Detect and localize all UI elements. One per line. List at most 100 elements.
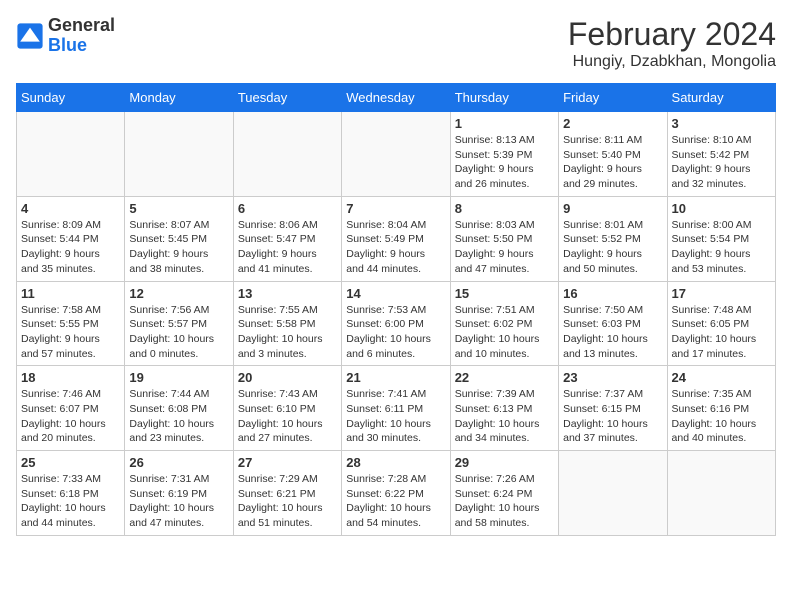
day-number: 26 xyxy=(129,455,228,470)
calendar-cell: 16 Sunrise: 7:50 AM Sunset: 6:03 PM Dayli… xyxy=(559,281,667,366)
day-info: Sunrise: 8:00 AM Sunset: 5:54 PM Dayligh… xyxy=(672,218,771,277)
day-number: 27 xyxy=(238,455,337,470)
day-info: Sunrise: 7:44 AM Sunset: 6:08 PM Dayligh… xyxy=(129,387,228,446)
logo-icon xyxy=(16,22,44,50)
day-number: 11 xyxy=(21,286,120,301)
calendar-week-3: 18 Sunrise: 7:46 AM Sunset: 6:07 PM Dayli… xyxy=(17,366,776,451)
calendar-cell: 2Sunrise: 8:11 AM Sunset: 5:40 PM Daylig… xyxy=(559,112,667,197)
day-number: 5 xyxy=(129,201,228,216)
weekday-header-saturday: Saturday xyxy=(667,84,775,112)
calendar-cell xyxy=(342,112,450,197)
weekday-header-wednesday: Wednesday xyxy=(342,84,450,112)
day-number: 23 xyxy=(563,370,662,385)
day-info: Sunrise: 8:10 AM Sunset: 5:42 PM Dayligh… xyxy=(672,133,771,192)
day-info: Sunrise: 7:43 AM Sunset: 6:10 PM Dayligh… xyxy=(238,387,337,446)
day-number: 22 xyxy=(455,370,554,385)
calendar-cell xyxy=(233,112,341,197)
weekday-header-tuesday: Tuesday xyxy=(233,84,341,112)
day-info: Sunrise: 8:09 AM Sunset: 5:44 PM Dayligh… xyxy=(21,218,120,277)
day-info: Sunrise: 7:26 AM Sunset: 6:24 PM Dayligh… xyxy=(455,472,554,531)
day-info: Sunrise: 8:06 AM Sunset: 5:47 PM Dayligh… xyxy=(238,218,337,277)
day-number: 29 xyxy=(455,455,554,470)
day-number: 25 xyxy=(21,455,120,470)
calendar-cell: 28 Sunrise: 7:28 AM Sunset: 6:22 PM Dayli… xyxy=(342,451,450,536)
day-info: Sunrise: 7:48 AM Sunset: 6:05 PM Dayligh… xyxy=(672,303,771,362)
calendar-cell: 15Sunrise: 7:51 AM Sunset: 6:02 PM Dayli… xyxy=(450,281,558,366)
calendar-header: SundayMondayTuesdayWednesdayThursdayFrid… xyxy=(17,84,776,112)
day-info: Sunrise: 7:31 AM Sunset: 6:19 PM Dayligh… xyxy=(129,472,228,531)
day-number: 7 xyxy=(346,201,445,216)
day-number: 9 xyxy=(563,201,662,216)
calendar-cell: 13Sunrise: 7:55 AM Sunset: 5:58 PM Dayli… xyxy=(233,281,341,366)
day-number: 28 xyxy=(346,455,445,470)
calendar-week-0: 1 Sunrise: 8:13 AM Sunset: 5:39 PM Daylig… xyxy=(17,112,776,197)
page-header: General Blue February 2024 Hungiy, Dzabk… xyxy=(16,16,776,71)
calendar-cell xyxy=(667,451,775,536)
day-number: 17 xyxy=(672,286,771,301)
calendar-cell xyxy=(17,112,125,197)
logo: General Blue xyxy=(16,16,115,56)
location: Hungiy, Dzabkhan, Mongolia xyxy=(568,53,776,71)
title-section: February 2024 Hungiy, Dzabkhan, Mongolia xyxy=(568,16,776,71)
weekday-header-thursday: Thursday xyxy=(450,84,558,112)
day-info: Sunrise: 7:35 AM Sunset: 6:16 PM Dayligh… xyxy=(672,387,771,446)
weekday-header-friday: Friday xyxy=(559,84,667,112)
calendar-cell: 21 Sunrise: 7:41 AM Sunset: 6:11 PM Dayli… xyxy=(342,366,450,451)
weekday-header-monday: Monday xyxy=(125,84,233,112)
weekday-header-sunday: Sunday xyxy=(17,84,125,112)
day-number: 2 xyxy=(563,116,662,131)
calendar-cell: 3 Sunrise: 8:10 AM Sunset: 5:42 PM Daylig… xyxy=(667,112,775,197)
calendar-cell: 7Sunrise: 8:04 AM Sunset: 5:49 PM Daylig… xyxy=(342,196,450,281)
day-info: Sunrise: 7:46 AM Sunset: 6:07 PM Dayligh… xyxy=(21,387,120,446)
day-info: Sunrise: 7:39 AM Sunset: 6:13 PM Dayligh… xyxy=(455,387,554,446)
calendar-cell: 24Sunrise: 7:35 AM Sunset: 6:16 PM Dayli… xyxy=(667,366,775,451)
day-number: 21 xyxy=(346,370,445,385)
calendar-cell: 27 Sunrise: 7:29 AM Sunset: 6:21 PM Dayli… xyxy=(233,451,341,536)
calendar-cell: 26 Sunrise: 7:31 AM Sunset: 6:19 PM Dayli… xyxy=(125,451,233,536)
calendar-cell: 12Sunrise: 7:56 AM Sunset: 5:57 PM Dayli… xyxy=(125,281,233,366)
calendar-week-4: 25Sunrise: 7:33 AM Sunset: 6:18 PM Dayli… xyxy=(17,451,776,536)
calendar-cell: 29 Sunrise: 7:26 AM Sunset: 6:24 PM Dayli… xyxy=(450,451,558,536)
day-number: 4 xyxy=(21,201,120,216)
day-info: Sunrise: 7:41 AM Sunset: 6:11 PM Dayligh… xyxy=(346,387,445,446)
calendar-cell: 20 Sunrise: 7:43 AM Sunset: 6:10 PM Dayli… xyxy=(233,366,341,451)
day-info: Sunrise: 7:50 AM Sunset: 6:03 PM Dayligh… xyxy=(563,303,662,362)
calendar-body: 1 Sunrise: 8:13 AM Sunset: 5:39 PM Daylig… xyxy=(17,112,776,536)
calendar-cell: 22 Sunrise: 7:39 AM Sunset: 6:13 PM Dayli… xyxy=(450,366,558,451)
calendar-cell: 14Sunrise: 7:53 AM Sunset: 6:00 PM Dayli… xyxy=(342,281,450,366)
calendar-cell: 4 Sunrise: 8:09 AM Sunset: 5:44 PM Daylig… xyxy=(17,196,125,281)
day-info: Sunrise: 7:29 AM Sunset: 6:21 PM Dayligh… xyxy=(238,472,337,531)
day-number: 18 xyxy=(21,370,120,385)
calendar-cell xyxy=(559,451,667,536)
calendar-week-2: 11 Sunrise: 7:58 AM Sunset: 5:55 PM Dayli… xyxy=(17,281,776,366)
day-info: Sunrise: 7:28 AM Sunset: 6:22 PM Dayligh… xyxy=(346,472,445,531)
day-number: 6 xyxy=(238,201,337,216)
logo-blue-text: Blue xyxy=(48,35,87,55)
day-info: Sunrise: 7:58 AM Sunset: 5:55 PM Dayligh… xyxy=(21,303,120,362)
day-info: Sunrise: 7:55 AM Sunset: 5:58 PM Dayligh… xyxy=(238,303,337,362)
calendar-cell: 1 Sunrise: 8:13 AM Sunset: 5:39 PM Daylig… xyxy=(450,112,558,197)
day-number: 16 xyxy=(563,286,662,301)
day-number: 3 xyxy=(672,116,771,131)
day-number: 1 xyxy=(455,116,554,131)
calendar-cell: 10Sunrise: 8:00 AM Sunset: 5:54 PM Dayli… xyxy=(667,196,775,281)
calendar-cell: 5 Sunrise: 8:07 AM Sunset: 5:45 PM Daylig… xyxy=(125,196,233,281)
day-info: Sunrise: 8:07 AM Sunset: 5:45 PM Dayligh… xyxy=(129,218,228,277)
day-number: 20 xyxy=(238,370,337,385)
calendar-cell: 17 Sunrise: 7:48 AM Sunset: 6:05 PM Dayli… xyxy=(667,281,775,366)
calendar-table: SundayMondayTuesdayWednesdayThursdayFrid… xyxy=(16,83,776,536)
calendar-cell: 23 Sunrise: 7:37 AM Sunset: 6:15 PM Dayli… xyxy=(559,366,667,451)
day-number: 15 xyxy=(455,286,554,301)
calendar-cell: 9Sunrise: 8:01 AM Sunset: 5:52 PM Daylig… xyxy=(559,196,667,281)
weekday-header-row: SundayMondayTuesdayWednesdayThursdayFrid… xyxy=(17,84,776,112)
month-title: February 2024 xyxy=(568,16,776,53)
calendar-cell: 25Sunrise: 7:33 AM Sunset: 6:18 PM Dayli… xyxy=(17,451,125,536)
calendar-cell: 18 Sunrise: 7:46 AM Sunset: 6:07 PM Dayli… xyxy=(17,366,125,451)
day-info: Sunrise: 8:03 AM Sunset: 5:50 PM Dayligh… xyxy=(455,218,554,277)
day-info: Sunrise: 8:13 AM Sunset: 5:39 PM Dayligh… xyxy=(455,133,554,192)
calendar-cell: 11 Sunrise: 7:58 AM Sunset: 5:55 PM Dayli… xyxy=(17,281,125,366)
day-info: Sunrise: 7:37 AM Sunset: 6:15 PM Dayligh… xyxy=(563,387,662,446)
logo-general-text: General xyxy=(48,15,115,35)
calendar-week-1: 4 Sunrise: 8:09 AM Sunset: 5:44 PM Daylig… xyxy=(17,196,776,281)
calendar-cell: 6 Sunrise: 8:06 AM Sunset: 5:47 PM Daylig… xyxy=(233,196,341,281)
